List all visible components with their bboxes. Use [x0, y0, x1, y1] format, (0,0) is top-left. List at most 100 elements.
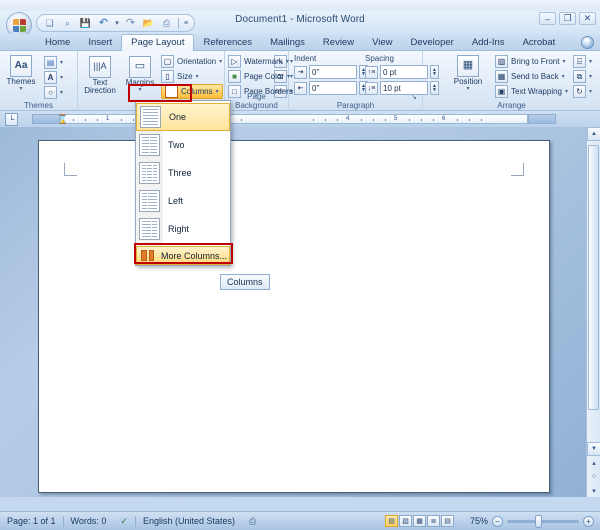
document-page[interactable]	[38, 140, 550, 493]
text-wrapping-caret-icon[interactable]: ▾	[565, 88, 568, 95]
zoom-slider[interactable]	[507, 514, 579, 528]
theme-fonts-button[interactable]: A ▾	[44, 70, 63, 85]
print-layout-view-button[interactable]: ▤	[385, 515, 398, 527]
theme-fonts-caret-icon[interactable]: ▾	[60, 74, 63, 81]
zoom-out-button[interactable]: −	[492, 515, 503, 527]
macro-recording-icon[interactable]: ⎙	[242, 516, 263, 527]
status-word-count[interactable]: Words: 0	[64, 516, 114, 526]
margin-corner-top-right	[511, 163, 524, 176]
orientation-button[interactable]: ▢ Orientation ▾	[161, 54, 223, 69]
tab-acrobat[interactable]: Acrobat	[514, 34, 565, 51]
margins-button[interactable]: ▭ Margins ▾	[123, 56, 157, 94]
menu-item-three-columns[interactable]: Three	[136, 159, 230, 187]
vertical-scrollbar[interactable]: ▲ ▼ ▴ ○ ▾	[586, 127, 600, 497]
theme-colors-caret-icon[interactable]: ▾	[60, 59, 63, 66]
menu-item-label: Right	[168, 224, 190, 234]
tab-mailings[interactable]: Mailings	[261, 34, 314, 51]
tab-add-ins[interactable]: Add-Ins	[463, 34, 514, 51]
align-caret-icon[interactable]: ▾	[589, 58, 592, 65]
text-wrapping-button[interactable]: ▣ Text Wrapping ▾	[495, 84, 568, 99]
columns-caret-icon[interactable]: ▾	[216, 88, 219, 95]
proofing-status-icon[interactable]: ✓	[113, 516, 135, 527]
theme-colors-button[interactable]: ▤ ▾	[44, 55, 63, 70]
group-label-arrange: Arrange	[497, 101, 526, 110]
document-canvas[interactable]	[0, 127, 600, 497]
outline-view-button[interactable]: ≣	[427, 515, 440, 527]
more-columns-label: More Columns...	[161, 250, 228, 261]
close-button[interactable]: ✕	[579, 12, 596, 25]
previous-page-button[interactable]: ▴	[587, 456, 600, 469]
themes-button[interactable]: Aa Themes ▾	[4, 55, 38, 93]
tab-view[interactable]: View	[363, 34, 401, 51]
horizontal-ruler[interactable]: 1 2 3 4 5 6	[60, 114, 528, 124]
indent-marker-handle[interactable]: ⌛	[57, 112, 68, 126]
next-page-button[interactable]: ▾	[587, 484, 600, 497]
tab-review[interactable]: Review	[314, 34, 363, 51]
group-objects-button[interactable]: ⧉ ▾	[573, 69, 592, 84]
spacing-before-field[interactable]: 0 pt	[380, 65, 428, 79]
bring-to-front-caret-icon[interactable]: ▾	[562, 58, 565, 65]
rotate-caret-icon[interactable]: ▾	[589, 88, 592, 95]
page-color-button[interactable]: ■ Page Color ▾	[228, 69, 293, 84]
view-buttons: ▤ ▧ ▦ ≣ ▤	[385, 515, 454, 527]
tab-selector-button[interactable]: └	[5, 113, 18, 126]
tab-page-layout[interactable]: Page Layout	[121, 34, 195, 51]
zoom-slider-handle[interactable]	[535, 514, 542, 528]
status-page-number[interactable]: Page: 1 of 1	[0, 516, 63, 526]
theme-effects-caret-icon[interactable]: ▾	[60, 89, 63, 96]
restore-button[interactable]: ❐	[559, 12, 576, 25]
size-caret-icon[interactable]: ▾	[196, 73, 199, 80]
tab-home[interactable]: Home	[36, 34, 79, 51]
menu-item-two-columns[interactable]: Two	[136, 131, 230, 159]
vertical-scrollbar-thumb[interactable]	[588, 145, 599, 410]
scroll-up-button[interactable]: ▲	[587, 127, 600, 141]
zoom-in-button[interactable]: +	[583, 515, 594, 527]
send-to-back-caret-icon[interactable]: ▾	[562, 73, 565, 80]
tab-developer[interactable]: Developer	[402, 34, 463, 51]
select-browse-object-button[interactable]: ○	[587, 470, 600, 483]
orientation-caret-icon[interactable]: ▾	[219, 58, 222, 65]
minimize-button[interactable]: –	[539, 12, 556, 25]
spacing-after-field[interactable]: 10 pt	[380, 81, 428, 95]
indent-right-field[interactable]: 0"	[309, 81, 357, 95]
paragraph-dialog-launcher[interactable]: ↘	[411, 93, 419, 101]
scroll-down-button[interactable]: ▼	[587, 442, 600, 456]
ribbon: Aa Themes ▾ ▤ ▾ A ▾ ○ ▾ Themes |||A Text…	[0, 51, 600, 111]
menu-item-right-column[interactable]: Right	[136, 215, 230, 243]
send-to-back-button[interactable]: ▦ Send to Back ▾	[495, 69, 568, 84]
rotate-button[interactable]: ↻ ▾	[573, 84, 592, 99]
group-objects-caret-icon[interactable]: ▾	[589, 73, 592, 80]
themes-caret-icon[interactable]: ▾	[19, 86, 22, 92]
columns-button[interactable]: Columns ▾	[161, 84, 223, 99]
web-layout-view-button[interactable]: ▦	[413, 515, 426, 527]
margins-caret-icon[interactable]: ▾	[138, 87, 141, 93]
draft-view-button[interactable]: ▤	[441, 515, 454, 527]
ruler-mark-5: 5	[394, 116, 398, 122]
bring-to-front-icon: ▧	[495, 55, 508, 68]
menu-item-one-column[interactable]: One	[136, 103, 230, 131]
align-button[interactable]: ⍇ ▾	[573, 54, 592, 69]
ribbon-group-themes: Aa Themes ▾ ▤ ▾ A ▾ ○ ▾ Themes	[0, 51, 78, 111]
columns-dropdown-menu: One Two Three Left Right More Columns...	[135, 100, 231, 266]
ruler-mark-4: 4	[346, 116, 350, 122]
orientation-icon: ▢	[161, 55, 174, 68]
bring-to-front-button[interactable]: ▧ Bring to Front ▾	[495, 54, 568, 69]
watermark-button[interactable]: ▷ Watermark ▾	[228, 54, 293, 69]
status-language[interactable]: English (United States)	[136, 516, 242, 526]
tab-insert[interactable]: Insert	[79, 34, 121, 51]
ribbon-tab-bar: Home Insert Page Layout References Maili…	[0, 34, 600, 51]
menu-item-more-columns[interactable]: More Columns...	[136, 246, 230, 265]
theme-effects-button[interactable]: ○ ▾	[44, 85, 63, 100]
position-button[interactable]: ▦ Position ▾	[451, 55, 485, 93]
ruler-right-margin	[528, 114, 556, 124]
menu-item-left-column[interactable]: Left	[136, 187, 230, 215]
position-caret-icon[interactable]: ▾	[466, 86, 469, 92]
help-icon[interactable]: ?	[581, 36, 594, 49]
full-screen-reading-button[interactable]: ▧	[399, 515, 412, 527]
text-direction-button[interactable]: |||A Text Direction	[83, 56, 117, 96]
indent-left-field[interactable]: 0"	[309, 65, 357, 79]
tab-references[interactable]: References	[194, 34, 261, 51]
group-label-page-background: Page Background	[235, 92, 278, 110]
size-button[interactable]: ▯ Size ▾	[161, 69, 223, 84]
zoom-percentage[interactable]: 75%	[462, 516, 488, 526]
